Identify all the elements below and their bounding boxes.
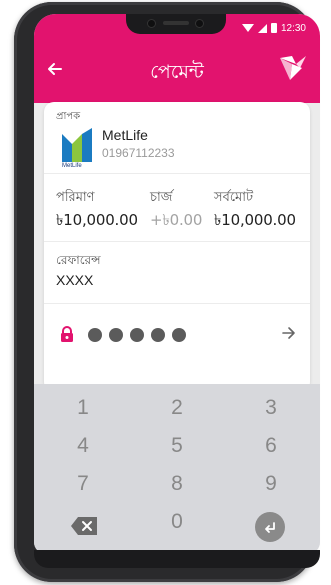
battery-icon — [270, 23, 277, 33]
key-1[interactable]: 1 — [48, 396, 118, 420]
stage: 12:30 পেমেন্ট প্রাপক MetLife MetLife 019… — [0, 0, 331, 585]
phone-frame: 12:30 পেমেন্ট প্রাপক MetLife MetLife 019… — [14, 2, 320, 582]
reference-section: রেফারেন্স XXXX — [44, 242, 310, 304]
recipient-label: প্রাপক — [56, 111, 81, 122]
bottom-bezel — [34, 550, 320, 568]
wifi-icon — [241, 24, 254, 32]
key-7[interactable]: 7 — [48, 472, 118, 496]
numeric-keypad: 1 2 3 4 5 6 7 8 9 0 — [34, 384, 320, 554]
reference-label: রেফারেন্স — [56, 253, 101, 267]
total-label: সর্বমোট — [214, 190, 254, 205]
key-6[interactable]: 6 — [236, 434, 306, 458]
backspace-icon[interactable] — [70, 516, 98, 536]
charge-value: +৳0.00 — [150, 211, 203, 229]
status-bar: 12:30 — [241, 21, 306, 35]
pin-dot — [88, 328, 102, 342]
key-0[interactable]: 0 — [142, 510, 212, 534]
recipient-phone: 01967112233 — [102, 146, 175, 160]
pin-dot — [151, 328, 165, 342]
key-4[interactable]: 4 — [48, 434, 118, 458]
key-5[interactable]: 5 — [142, 434, 212, 458]
status-time: 12:30 — [280, 22, 306, 34]
metlife-logo-text: MetLife — [62, 163, 82, 169]
charge-label: চার্জ — [150, 190, 173, 205]
key-8[interactable]: 8 — [142, 472, 212, 496]
metlife-logo-icon — [62, 128, 92, 162]
notch — [126, 14, 226, 34]
pin-dot — [172, 328, 186, 342]
total-value: ৳10,000.00 — [214, 211, 296, 229]
enter-icon[interactable] — [255, 512, 285, 542]
pin-section[interactable] — [44, 304, 310, 366]
amount-label: পরিমাণ — [56, 190, 95, 205]
reference-value: XXXX — [56, 272, 94, 288]
pin-dot — [109, 328, 123, 342]
bkash-bird-icon — [278, 54, 308, 82]
key-2[interactable]: 2 — [142, 396, 212, 420]
screen: 12:30 পেমেন্ট প্রাপক MetLife MetLife 019… — [34, 14, 320, 554]
lock-icon — [60, 326, 74, 342]
arrow-right-icon[interactable] — [282, 324, 296, 345]
app-header: 12:30 পেমেন্ট — [34, 14, 320, 103]
camera-icon — [148, 20, 155, 27]
signal-icon — [257, 23, 267, 33]
key-9[interactable]: 9 — [236, 472, 306, 496]
sensor-icon — [196, 20, 203, 27]
recipient-section: প্রাপক MetLife MetLife 01967112233 — [44, 102, 310, 174]
amount-section: পরিমাণ ৳10,000.00 চার্জ +৳0.00 সর্বমোট ৳… — [44, 174, 310, 242]
amount-value: ৳10,000.00 — [56, 211, 138, 229]
speaker — [163, 21, 189, 25]
key-3[interactable]: 3 — [236, 396, 306, 420]
recipient-name: MetLife — [102, 127, 148, 143]
pin-dots[interactable] — [88, 328, 186, 342]
payment-card: প্রাপক MetLife MetLife 01967112233 পরিমা… — [44, 102, 310, 392]
pin-dot — [130, 328, 144, 342]
